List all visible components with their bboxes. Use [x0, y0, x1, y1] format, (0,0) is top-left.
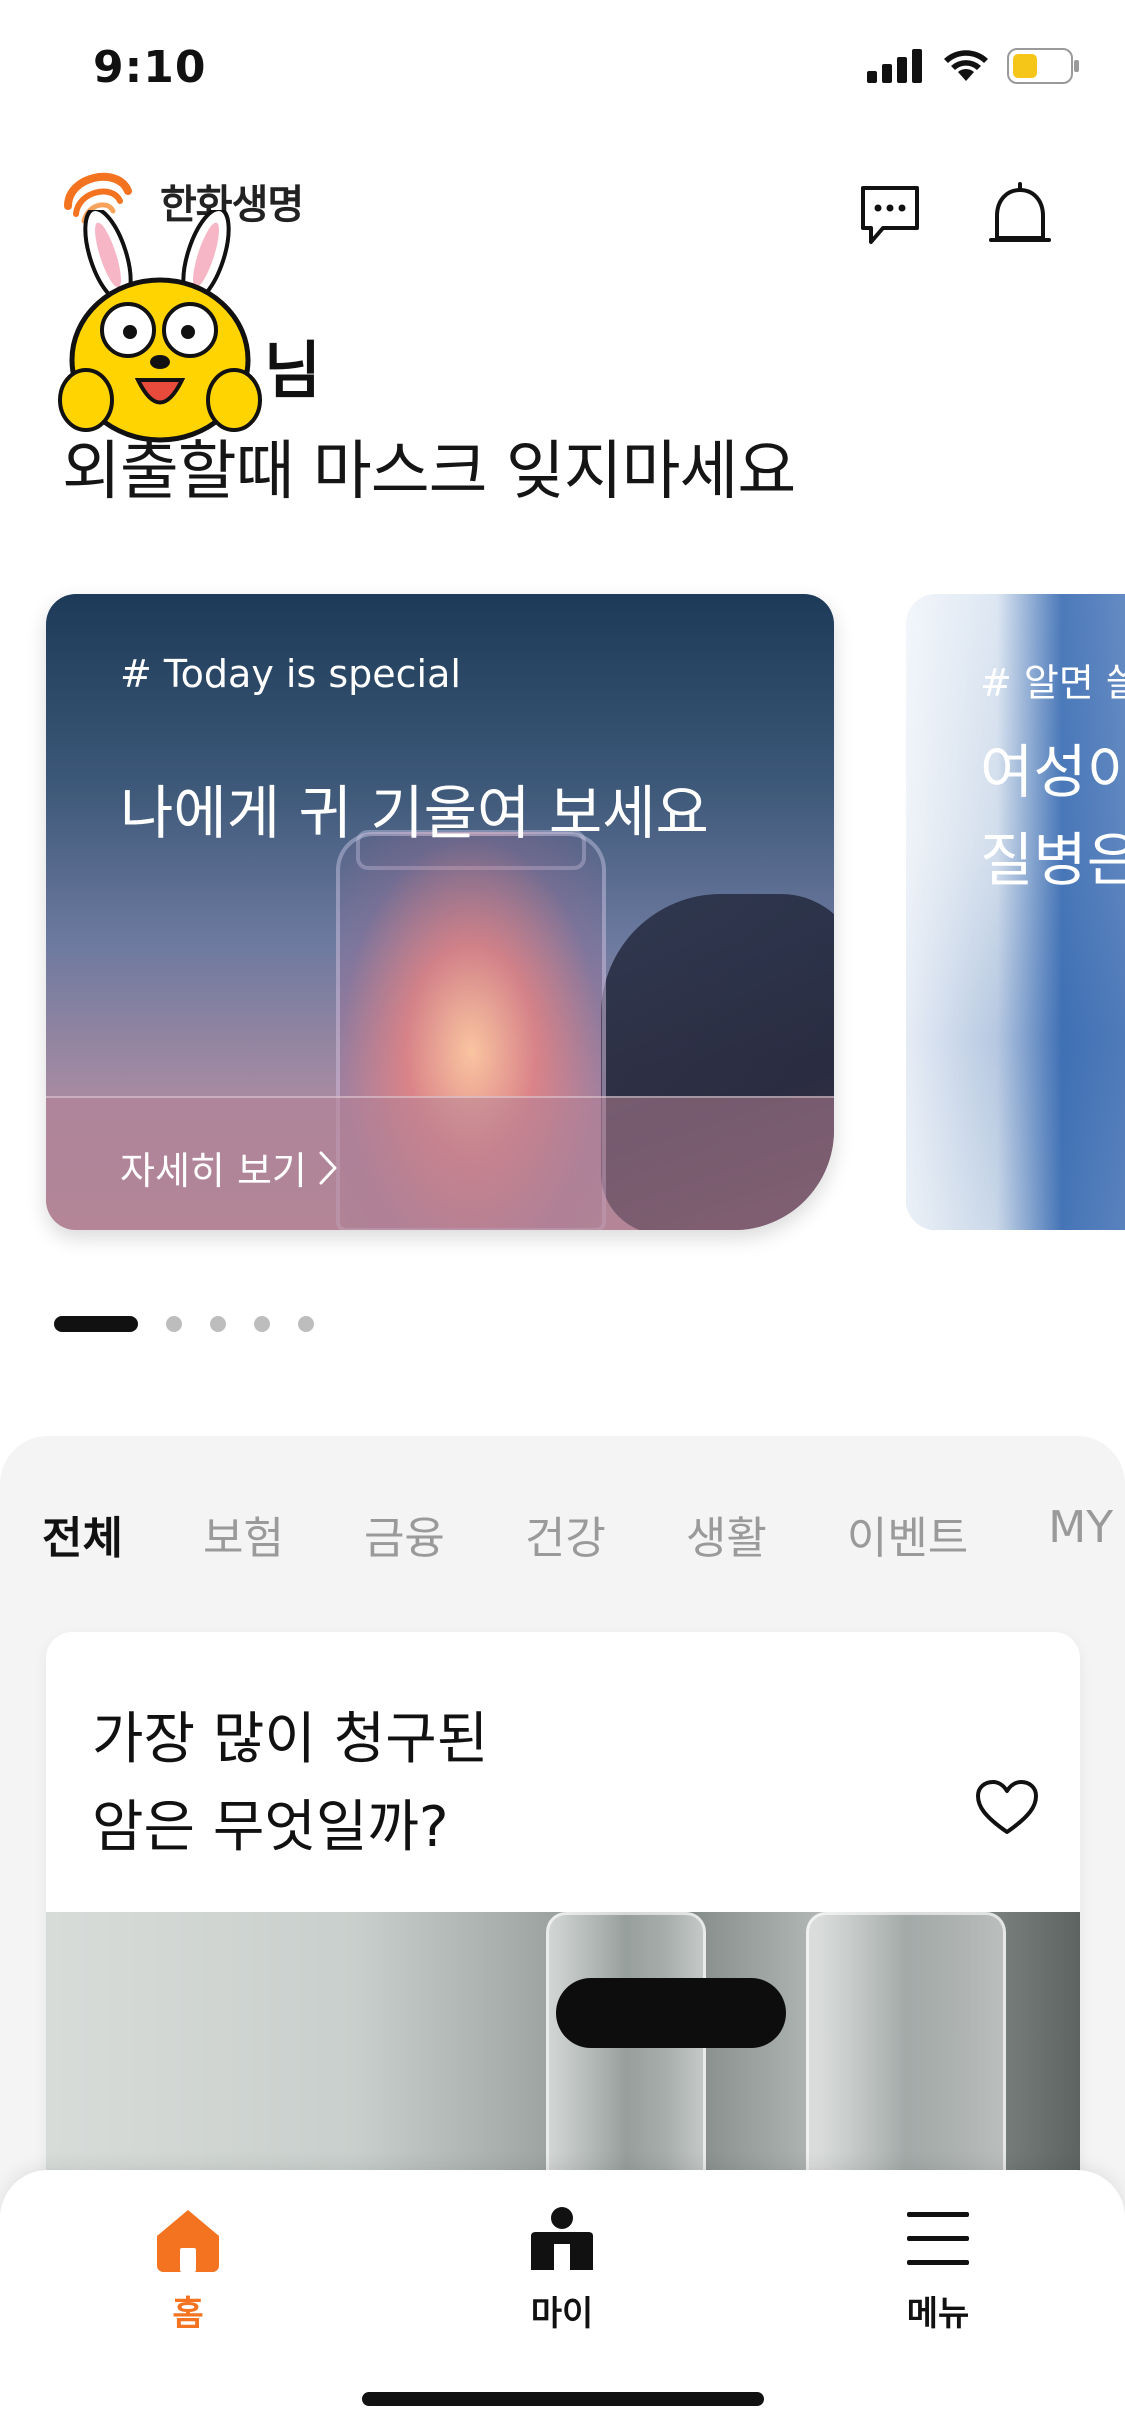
nav-home-label: 홈 — [172, 2294, 204, 2334]
card-title: 나에게 귀 기울여 보세요 — [120, 779, 709, 847]
card-title: 여성이 질병은 — [980, 728, 1125, 904]
chevron-right-icon — [319, 1151, 337, 1184]
battery-icon — [1007, 48, 1079, 84]
hamburger-menu-icon — [907, 2212, 969, 2265]
tab-all[interactable]: 전체 — [42, 1502, 123, 1566]
feed-card-title-line-2: 암은 무엇일까? — [92, 1795, 449, 1860]
status-time: 9:10 — [93, 42, 207, 93]
status-bar: 9:10 — [0, 0, 1125, 135]
image-tube — [556, 1978, 786, 2048]
status-icons — [867, 48, 1081, 84]
tab-my[interactable]: MY — [1048, 1502, 1113, 1566]
home-icon — [157, 2210, 219, 2272]
greeting-message: 외출할때 마스크 잊지마세요 — [62, 435, 796, 509]
nav-menu-label: 메뉴 — [906, 2294, 970, 2334]
carousel-card-today-special[interactable]: # Today is special 나에게 귀 기울여 보세요 자세히 보기 — [46, 594, 834, 1230]
signal-icon — [867, 49, 922, 83]
heart-icon[interactable] — [974, 1778, 1040, 1838]
card-detail-label: 자세히 보기 — [120, 1149, 307, 1193]
pager-dot[interactable] — [210, 1316, 226, 1332]
nav-my-label: 마이 — [530, 2294, 594, 2334]
nav-menu[interactable]: 메뉴 — [858, 2206, 1018, 2335]
person-icon — [531, 2207, 593, 2270]
chat-button[interactable] — [855, 180, 925, 250]
header-actions — [855, 180, 1055, 250]
category-tabs: 전체 보험 금융 건강 생활 이벤트 MY — [42, 1502, 1125, 1566]
card-footer: 자세히 보기 — [46, 1096, 834, 1230]
card-tag: # Today is special — [120, 652, 461, 696]
carousel-card-peek[interactable]: # 알면 쓸 여성이 질병은 — [906, 594, 1125, 1230]
pager-dot-active[interactable] — [54, 1316, 138, 1332]
pager-dot[interactable] — [254, 1316, 270, 1332]
nav-my[interactable]: 마이 — [482, 2206, 642, 2335]
tab-event[interactable]: 이벤트 — [847, 1502, 968, 1566]
pager-dot[interactable] — [166, 1316, 182, 1332]
card-title-line-1: 여성이 — [980, 738, 1125, 806]
carousel-pager — [54, 1316, 314, 1332]
tab-insurance[interactable]: 보험 — [203, 1502, 284, 1566]
card-title-line-2: 질병은 — [980, 826, 1125, 894]
tab-health[interactable]: 건강 — [525, 1502, 606, 1566]
feed-card-title: 가장 많이 청구된 암은 무엇일까? — [92, 1696, 488, 1872]
notification-button[interactable] — [985, 180, 1055, 250]
wifi-icon — [944, 50, 988, 81]
greeting-name: 님 — [64, 320, 321, 410]
bell-icon — [989, 182, 1051, 242]
pager-dot[interactable] — [298, 1316, 314, 1332]
card-tag: # 알면 쓸 — [980, 661, 1125, 705]
tab-finance[interactable]: 금융 — [364, 1502, 445, 1566]
tab-life[interactable]: 생활 — [686, 1502, 767, 1566]
card-detail-link[interactable]: 자세히 보기 — [120, 1140, 339, 1195]
nav-home[interactable]: 홈 — [108, 2206, 268, 2335]
greeting-suffix: 님 — [264, 334, 322, 407]
chat-bubble-icon — [861, 186, 919, 244]
home-indicator[interactable] — [362, 2392, 764, 2406]
feed-card-title-line-1: 가장 많이 청구된 — [92, 1707, 489, 1772]
